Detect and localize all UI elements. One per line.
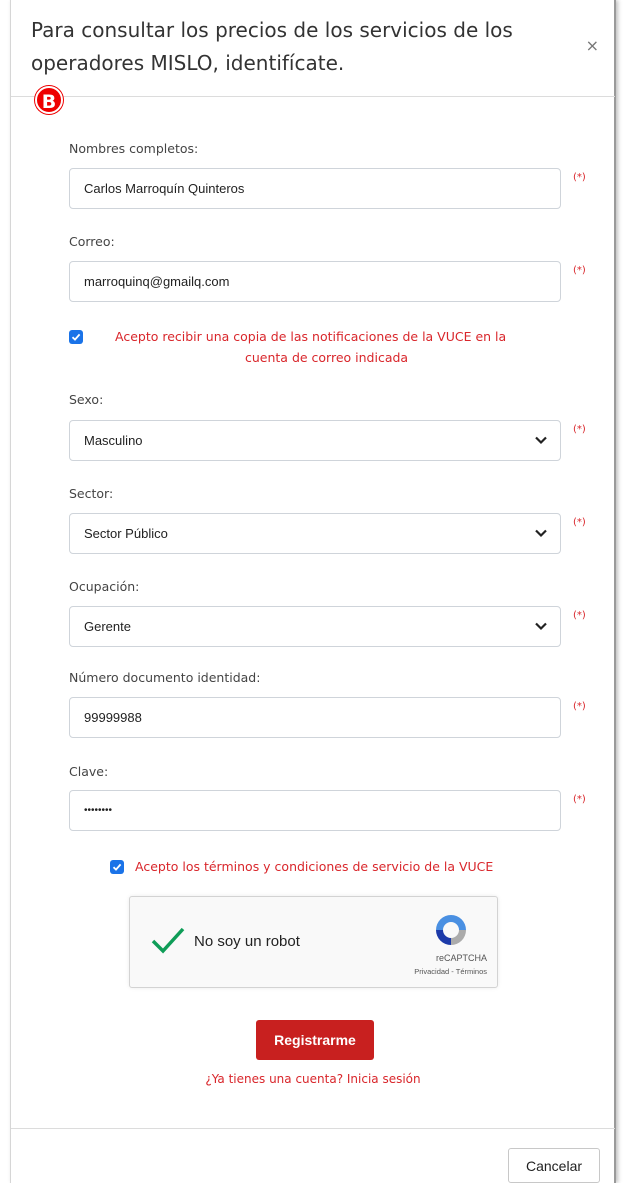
step-badge: B: [35, 86, 63, 114]
notif-text-line1: Acepto recibir una copia de las notifica…: [115, 329, 507, 344]
login-link[interactable]: ¿Ya tienes una cuenta? Inicia sesión: [11, 1072, 615, 1086]
cancel-button[interactable]: Cancelar: [508, 1148, 600, 1183]
check-icon: [112, 863, 122, 871]
chevron-down-icon: [535, 529, 547, 538]
nombres-field[interactable]: Carlos Marroquín Quinteros: [69, 168, 561, 209]
terms-checkbox[interactable]: [110, 860, 124, 874]
recaptcha-label: No soy un robot: [194, 933, 300, 950]
nombres-label: Nombres completos:: [69, 141, 199, 156]
required-mark: (*): [573, 424, 586, 435]
required-mark: (*): [573, 610, 586, 621]
notif-text-line2: cuenta de correo indicada: [245, 350, 409, 365]
footer-divider: [11, 1128, 615, 1129]
checkmark-icon: [151, 927, 185, 954]
sector-value: Sector Público: [84, 526, 168, 541]
terms-label: Acepto los términos y condiciones de ser…: [135, 859, 494, 874]
register-button[interactable]: Registrarme: [256, 1020, 374, 1060]
registration-modal: Para consultar los precios de los servic…: [10, 0, 616, 1183]
correo-field[interactable]: marroquinq@gmailq.com: [69, 261, 561, 302]
documento-label: Número documento identidad:: [69, 670, 261, 685]
chevron-down-icon: [535, 622, 547, 631]
chevron-down-icon: [535, 436, 547, 445]
ocupacion-select[interactable]: Gerente: [69, 606, 561, 647]
required-mark: (*): [573, 265, 586, 276]
required-mark: (*): [573, 172, 586, 183]
sector-label: Sector:: [69, 486, 114, 501]
clave-label: Clave:: [69, 764, 109, 779]
sexo-value: Masculino: [84, 433, 143, 448]
sexo-select[interactable]: Masculino: [69, 420, 561, 461]
sexo-label: Sexo:: [69, 392, 104, 407]
required-mark: (*): [573, 517, 586, 528]
password-field[interactable]: ••••••••: [69, 790, 561, 831]
close-button[interactable]: ×: [586, 36, 599, 55]
check-icon: [71, 333, 81, 341]
modal-title: Para consultar los precios de los servic…: [31, 18, 513, 75]
recaptcha-brand: reCAPTCHA: [435, 953, 487, 963]
documento-field[interactable]: 99999988: [69, 697, 561, 738]
required-mark: (*): [573, 701, 586, 712]
correo-label: Correo:: [69, 234, 115, 249]
modal-header: Para consultar los precios de los servic…: [11, 0, 615, 97]
recaptcha-links[interactable]: Privacidad - Términos: [414, 967, 487, 976]
ocupacion-value: Gerente: [84, 619, 131, 634]
ocupacion-label: Ocupación:: [69, 579, 140, 594]
recaptcha-box[interactable]: No soy un robot reCAPTCHA Privacidad - T…: [129, 896, 498, 988]
recaptcha-logo-icon: [436, 915, 466, 945]
notif-checkbox[interactable]: [69, 330, 83, 344]
required-mark: (*): [573, 794, 586, 805]
sector-select[interactable]: Sector Público: [69, 513, 561, 554]
